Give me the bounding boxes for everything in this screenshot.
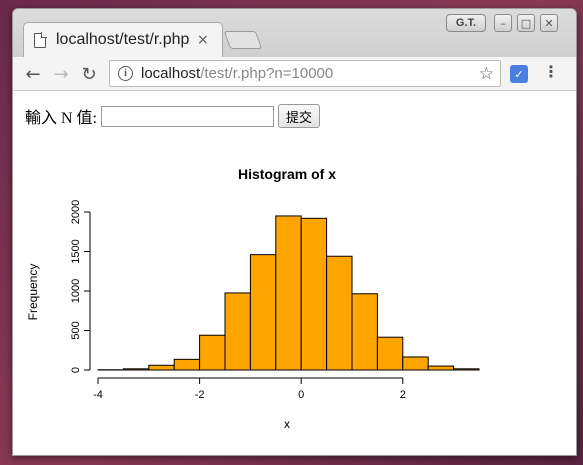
histogram-bar: [376, 336, 404, 371]
y-axis: 0 500 1000 1500 2000: [70, 200, 91, 373]
histogram-bar: [199, 334, 226, 371]
tab-active[interactable]: localhost/test/r.php ×: [23, 22, 223, 57]
histogram-bar: [173, 358, 201, 371]
maximize-button[interactable]: □: [517, 14, 535, 32]
forward-button[interactable]: →: [49, 62, 73, 86]
histogram-bar: [326, 255, 353, 371]
url-path: /test/r.php?n=10000: [200, 65, 334, 82]
tab-title: localhost/test/r.php: [56, 31, 190, 48]
histogram-bar: [224, 292, 251, 371]
address-bar[interactable]: i localhost/test/r.php?n=10000 ☆: [109, 60, 501, 87]
histogram-bar: [402, 356, 429, 371]
n-form: 輸入 N 值: 提交: [25, 104, 321, 128]
n-input[interactable]: [101, 105, 275, 127]
reload-button[interactable]: ↻: [77, 62, 101, 86]
histogram-bars: [97, 215, 480, 371]
y-axis-label: Frequency: [26, 264, 40, 321]
back-button[interactable]: ←: [21, 62, 45, 86]
histogram-bar: [148, 364, 175, 371]
tab-close-icon[interactable]: ×: [197, 32, 209, 48]
y-tick-label: 1500: [70, 239, 82, 263]
histogram-bar: [275, 215, 302, 371]
x-axis: -4 -2 0 2: [93, 377, 406, 401]
browser-window: localhost/test/r.php × G.T. – □ ✕ ← → ↻ …: [12, 8, 577, 456]
x-axis-label: x: [284, 417, 290, 431]
histogram-bar: [351, 293, 378, 371]
histogram-bar: [300, 217, 328, 371]
menu-icon[interactable]: ⋮: [543, 62, 559, 81]
document-icon: [34, 31, 47, 48]
histogram-bar: [122, 368, 150, 371]
x-tick-label: 2: [400, 389, 406, 401]
histogram-bar: [249, 254, 277, 371]
page-content: 輸入 N 值: 提交 Histogram of x x Frequency -4…: [13, 92, 576, 455]
bookmark-star-icon[interactable]: ☆: [479, 64, 494, 84]
y-tick-label: 500: [70, 321, 82, 339]
extension-icon[interactable]: ✓: [510, 65, 528, 83]
submit-button[interactable]: 提交: [278, 104, 321, 128]
url-host: localhost: [141, 65, 201, 82]
y-tick-label: 2000: [70, 200, 82, 224]
url-text[interactable]: localhost/test/r.php?n=10000: [141, 65, 333, 82]
histogram-bar: [453, 368, 480, 371]
new-tab-button[interactable]: [223, 31, 263, 49]
gt-extension-button[interactable]: G.T.: [446, 14, 486, 32]
x-tick-label: -4: [93, 389, 103, 401]
info-icon[interactable]: i: [118, 66, 133, 81]
browser-toolbar: ← → ↻ i localhost/test/r.php?n=10000 ☆ ✓…: [13, 57, 576, 91]
close-window-button[interactable]: ✕: [540, 14, 558, 32]
titlebar: localhost/test/r.php × G.T. – □ ✕: [13, 9, 576, 57]
minimize-button[interactable]: –: [494, 14, 512, 32]
n-label: 輸入 N 值:: [25, 110, 98, 127]
histogram-chart: Histogram of x x Frequency -4 -2 0 2 0 500 10…: [26, 166, 480, 431]
chart-title: Histogram of x: [238, 166, 336, 182]
y-tick-label: 1000: [70, 279, 82, 303]
x-tick-label: -2: [195, 389, 205, 401]
y-tick-label: 0: [70, 367, 82, 373]
histogram-bar: [427, 365, 455, 371]
x-tick-label: 0: [298, 389, 304, 401]
